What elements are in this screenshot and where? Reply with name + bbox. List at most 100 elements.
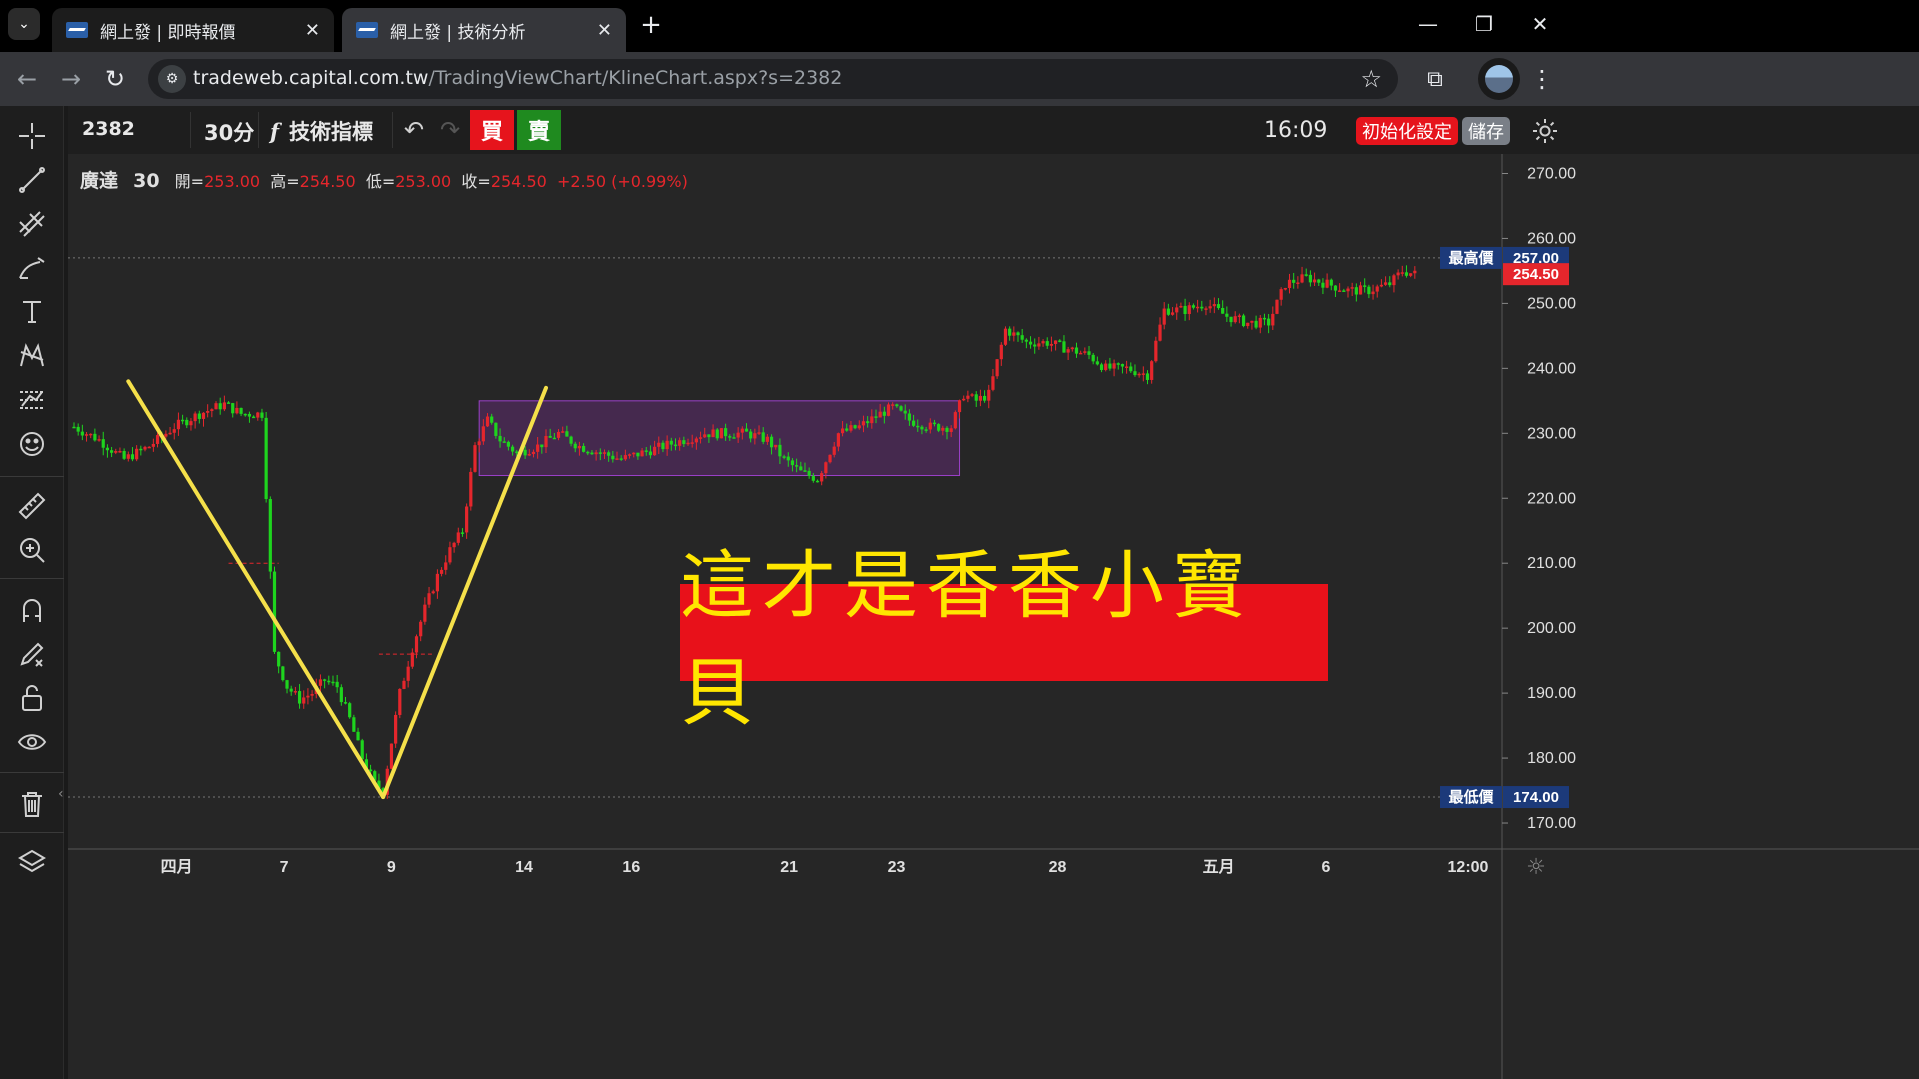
- undo-icon[interactable]: ↶: [404, 116, 424, 144]
- visibility-icon[interactable]: [12, 722, 52, 762]
- x-tick-label: 五月: [1203, 858, 1235, 876]
- emoji-icon[interactable]: [12, 424, 52, 464]
- candle-body: [627, 454, 632, 456]
- candle-body: [957, 400, 962, 413]
- candle-body: [1229, 316, 1233, 323]
- candle-body: [1070, 347, 1074, 350]
- text-icon[interactable]: [12, 292, 52, 332]
- candle-body: [419, 621, 423, 637]
- candle-body: [807, 470, 811, 476]
- candle-body: [164, 433, 168, 437]
- minimize-icon[interactable]: —: [1400, 4, 1456, 44]
- candle-body: [853, 425, 857, 429]
- candle-body: [1208, 306, 1212, 309]
- bookmark-star-icon[interactable]: ☆: [1360, 65, 1382, 93]
- buy-button[interactable]: 買: [470, 110, 514, 150]
- candle-body: [1317, 279, 1321, 283]
- candle-body: [1312, 279, 1317, 283]
- forward-icon[interactable]: →: [54, 62, 88, 96]
- candle-body: [703, 434, 707, 438]
- candle-body: [953, 412, 957, 429]
- high-value: 254.50: [299, 172, 356, 191]
- profile-avatar[interactable]: [1478, 58, 1520, 100]
- trading-app: ‹ 2382 30分 f 技術指標 ↶ ↷ 買 賣 16:09 初始化設定 儲存…: [0, 106, 1919, 1079]
- save-button[interactable]: 儲存: [1462, 117, 1510, 145]
- ruler-icon[interactable]: [12, 486, 52, 526]
- candle-body: [907, 413, 912, 421]
- candle-body: [1079, 352, 1083, 355]
- candle-body: [285, 680, 289, 689]
- candle-body: [1041, 341, 1045, 344]
- sell-button[interactable]: 賣: [517, 110, 561, 150]
- last-price-label: 254.50: [1513, 266, 1559, 283]
- candle-body: [1354, 287, 1358, 295]
- site-info-icon[interactable]: ⚙: [158, 65, 186, 93]
- symbol-search[interactable]: 2382: [82, 118, 135, 140]
- extensions-icon[interactable]: ⧉: [1418, 62, 1452, 96]
- candle-body: [126, 454, 130, 459]
- candle-body: [452, 542, 456, 548]
- candle-body: [1267, 318, 1271, 326]
- y-tick-label: 190.00: [1527, 685, 1576, 702]
- candle-body: [874, 416, 878, 418]
- restore-icon[interactable]: ❐: [1456, 4, 1512, 44]
- candle-body: [569, 436, 573, 444]
- candle-body: [1300, 274, 1304, 283]
- prediction-icon[interactable]: [12, 380, 52, 420]
- close-tab-icon[interactable]: ✕: [305, 20, 320, 41]
- candle-body: [857, 425, 861, 429]
- reload-icon[interactable]: ↻: [98, 62, 132, 96]
- y-tick-label: 170.00: [1527, 815, 1576, 832]
- candle-body: [1053, 340, 1058, 344]
- pattern-icon[interactable]: [12, 336, 52, 376]
- candle-body: [682, 440, 686, 445]
- candle-body: [356, 731, 360, 741]
- layers-icon[interactable]: [12, 842, 52, 882]
- candle-body: [323, 679, 327, 681]
- trash-icon[interactable]: [12, 784, 52, 824]
- chart-area[interactable]: 270.00 260.00 250.00 240.00 230.00 220.00 210.…: [68, 154, 1919, 1079]
- close-window-icon[interactable]: ✕: [1512, 4, 1568, 44]
- candle-body: [1363, 285, 1367, 287]
- reset-settings-button[interactable]: 初始化設定: [1356, 117, 1458, 145]
- collapse-toolbar-icon[interactable]: ‹: [58, 786, 68, 810]
- candle-body: [281, 666, 285, 681]
- candle-body: [277, 651, 281, 667]
- toolbar-divider: [0, 476, 64, 477]
- browser-menu-icon[interactable]: ⋮: [1530, 62, 1554, 96]
- candle-body: [1292, 279, 1296, 283]
- new-tab-button[interactable]: +: [636, 10, 666, 40]
- address-bar[interactable]: ⚙ tradeweb.capital.com.tw/TradingViewCha…: [148, 59, 1398, 99]
- candle-body: [878, 411, 882, 418]
- fib-tool-icon[interactable]: [12, 204, 52, 244]
- candle-body: [1187, 305, 1191, 315]
- settings-gear-icon[interactable]: [1530, 116, 1560, 146]
- candle-body: [1008, 328, 1012, 336]
- candle-body: [185, 419, 189, 426]
- redo-icon[interactable]: ↷: [440, 116, 460, 144]
- trend-line-icon[interactable]: [12, 160, 52, 200]
- tab-search-button[interactable]: ⌄: [8, 8, 40, 40]
- brush-icon[interactable]: [12, 248, 52, 288]
- y-tick-label: 260.00: [1527, 230, 1576, 247]
- candle-body: [644, 450, 648, 452]
- low-label: 低=: [365, 172, 396, 191]
- interval-selector[interactable]: 30分: [204, 117, 254, 147]
- draw-mode-icon[interactable]: [12, 634, 52, 674]
- crosshair-icon[interactable]: [12, 116, 52, 156]
- magnet-icon[interactable]: [12, 590, 52, 630]
- tab-title: 網上發 | 即時報價: [100, 22, 236, 43]
- candle-body: [1233, 316, 1237, 323]
- back-icon[interactable]: ←: [10, 62, 44, 96]
- candle-body: [201, 412, 206, 419]
- candle-body: [1329, 279, 1333, 286]
- lock-icon[interactable]: [12, 678, 52, 718]
- candle-body: [1325, 279, 1329, 288]
- browser-tab-quotes[interactable]: 網上發 | 即時報價 ✕: [52, 8, 334, 52]
- browser-tab-technical[interactable]: 網上發 | 技術分析 ✕: [342, 8, 626, 52]
- indicators-button[interactable]: f 技術指標: [270, 116, 373, 146]
- candle-body: [636, 452, 640, 457]
- close-tab-icon[interactable]: ✕: [597, 20, 612, 41]
- candle-body: [1099, 364, 1104, 371]
- zoom-in-icon[interactable]: [12, 530, 52, 570]
